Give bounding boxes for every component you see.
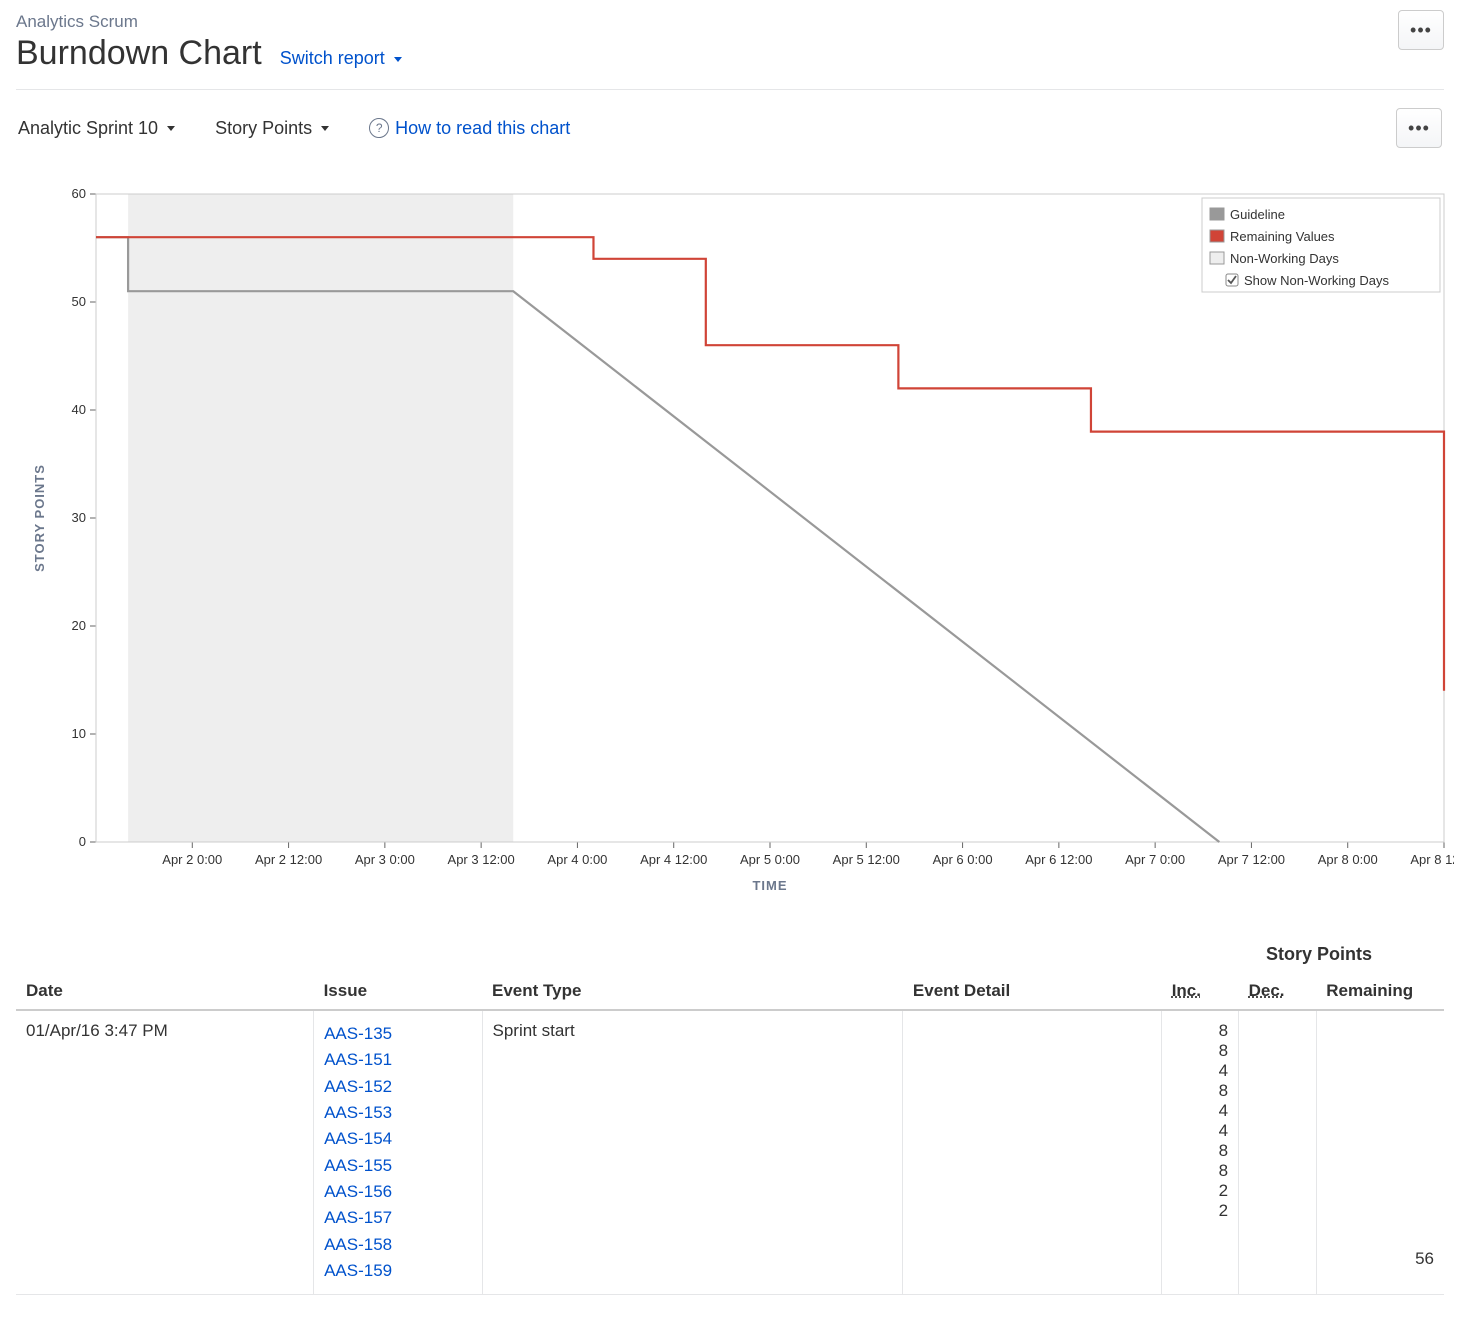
svg-text:Guideline: Guideline [1230,207,1285,222]
col-remaining: Remaining [1316,973,1444,1010]
svg-text:Apr 7 0:00: Apr 7 0:00 [1125,852,1185,867]
cell-inc: 8848448822 [1162,1010,1239,1295]
svg-text:STORY POINTS: STORY POINTS [32,464,47,572]
breadcrumb[interactable]: Analytics Scrum [16,12,402,32]
cell-event-type: Sprint start [482,1010,903,1295]
svg-text:Apr 7 12:00: Apr 7 12:00 [1218,852,1285,867]
issue-link[interactable]: AAS-152 [324,1074,471,1100]
svg-text:Apr 8 0:00: Apr 8 0:00 [1318,852,1378,867]
issue-link[interactable]: AAS-154 [324,1126,471,1152]
sprint-dropdown[interactable]: Analytic Sprint 10 [18,118,175,139]
issue-link[interactable]: AAS-135 [324,1021,471,1047]
svg-text:Apr 3 0:00: Apr 3 0:00 [355,852,415,867]
chart-more-button[interactable]: ••• [1396,108,1442,148]
svg-text:40: 40 [72,402,86,417]
divider [16,89,1444,90]
cell-date: 01/Apr/16 3:47 PM [16,1010,314,1295]
col-event-type: Event Type [482,973,903,1010]
col-issue: Issue [314,973,482,1010]
svg-text:50: 50 [72,294,86,309]
estimation-label: Story Points [215,118,312,138]
issue-link[interactable]: AAS-159 [324,1258,471,1284]
svg-text:30: 30 [72,510,86,525]
events-table: Date Issue Event Type Event Detail Inc. … [16,973,1444,1295]
issue-link[interactable]: AAS-153 [324,1100,471,1126]
svg-text:Show Non-Working Days: Show Non-Working Days [1244,273,1389,288]
svg-text:Apr 4 0:00: Apr 4 0:00 [547,852,607,867]
svg-text:20: 20 [72,618,86,633]
page-title: Burndown Chart [16,34,262,73]
cell-event-detail [903,1010,1162,1295]
svg-text:0: 0 [79,834,86,849]
ellipsis-icon: ••• [1410,21,1432,39]
sprint-label: Analytic Sprint 10 [18,118,158,138]
issue-link[interactable]: AAS-157 [324,1205,471,1231]
table-row: 01/Apr/16 3:47 PMAAS-135AAS-151AAS-152AA… [16,1010,1444,1295]
how-to-read-link[interactable]: ? How to read this chart [369,118,570,139]
issue-link[interactable]: AAS-156 [324,1179,471,1205]
story-points-header: Story Points [16,944,1444,965]
svg-text:Apr 8 12:00: Apr 8 12:00 [1410,852,1454,867]
svg-text:Apr 5 0:00: Apr 5 0:00 [740,852,800,867]
show-non-working-days-checkbox[interactable] [1226,274,1238,286]
svg-text:Apr 5 12:00: Apr 5 12:00 [833,852,900,867]
issue-link[interactable]: AAS-155 [324,1153,471,1179]
cell-dec [1239,1010,1317,1295]
svg-text:Non-Working Days: Non-Working Days [1230,251,1339,266]
svg-text:Apr 4 12:00: Apr 4 12:00 [640,852,707,867]
svg-text:10: 10 [72,726,86,741]
col-date: Date [16,973,314,1010]
svg-text:Remaining Values: Remaining Values [1230,229,1335,244]
svg-text:Apr 6 12:00: Apr 6 12:00 [1025,852,1092,867]
svg-text:Apr 6 0:00: Apr 6 0:00 [933,852,993,867]
col-inc: Inc. [1162,973,1239,1010]
svg-text:Apr 2 0:00: Apr 2 0:00 [162,852,222,867]
col-dec: Dec. [1239,973,1317,1010]
svg-text:TIME: TIME [752,878,787,893]
chevron-down-icon [321,126,329,131]
cell-remaining: 56 [1316,1010,1444,1295]
svg-text:60: 60 [72,188,86,201]
col-event-detail: Event Detail [903,973,1162,1010]
chevron-down-icon [394,57,402,62]
switch-report-label: Switch report [280,48,385,68]
estimation-dropdown[interactable]: Story Points [215,118,329,139]
cell-issues: AAS-135AAS-151AAS-152AAS-153AAS-154AAS-1… [314,1010,482,1295]
issue-link[interactable]: AAS-158 [324,1232,471,1258]
help-icon: ? [369,118,389,138]
ellipsis-icon: ••• [1408,119,1430,137]
page-more-button[interactable]: ••• [1398,10,1444,50]
svg-text:Apr 2 12:00: Apr 2 12:00 [255,852,322,867]
how-to-read-label: How to read this chart [395,118,570,139]
burndown-chart: 0 10 20 30 40 50 60 STORY POINTS Apr 2 0:00 Apr 2… [24,188,1444,908]
chevron-down-icon [167,126,175,131]
switch-report-link[interactable]: Switch report [280,48,402,69]
issue-link[interactable]: AAS-151 [324,1047,471,1073]
svg-text:Apr 3 12:00: Apr 3 12:00 [448,852,515,867]
